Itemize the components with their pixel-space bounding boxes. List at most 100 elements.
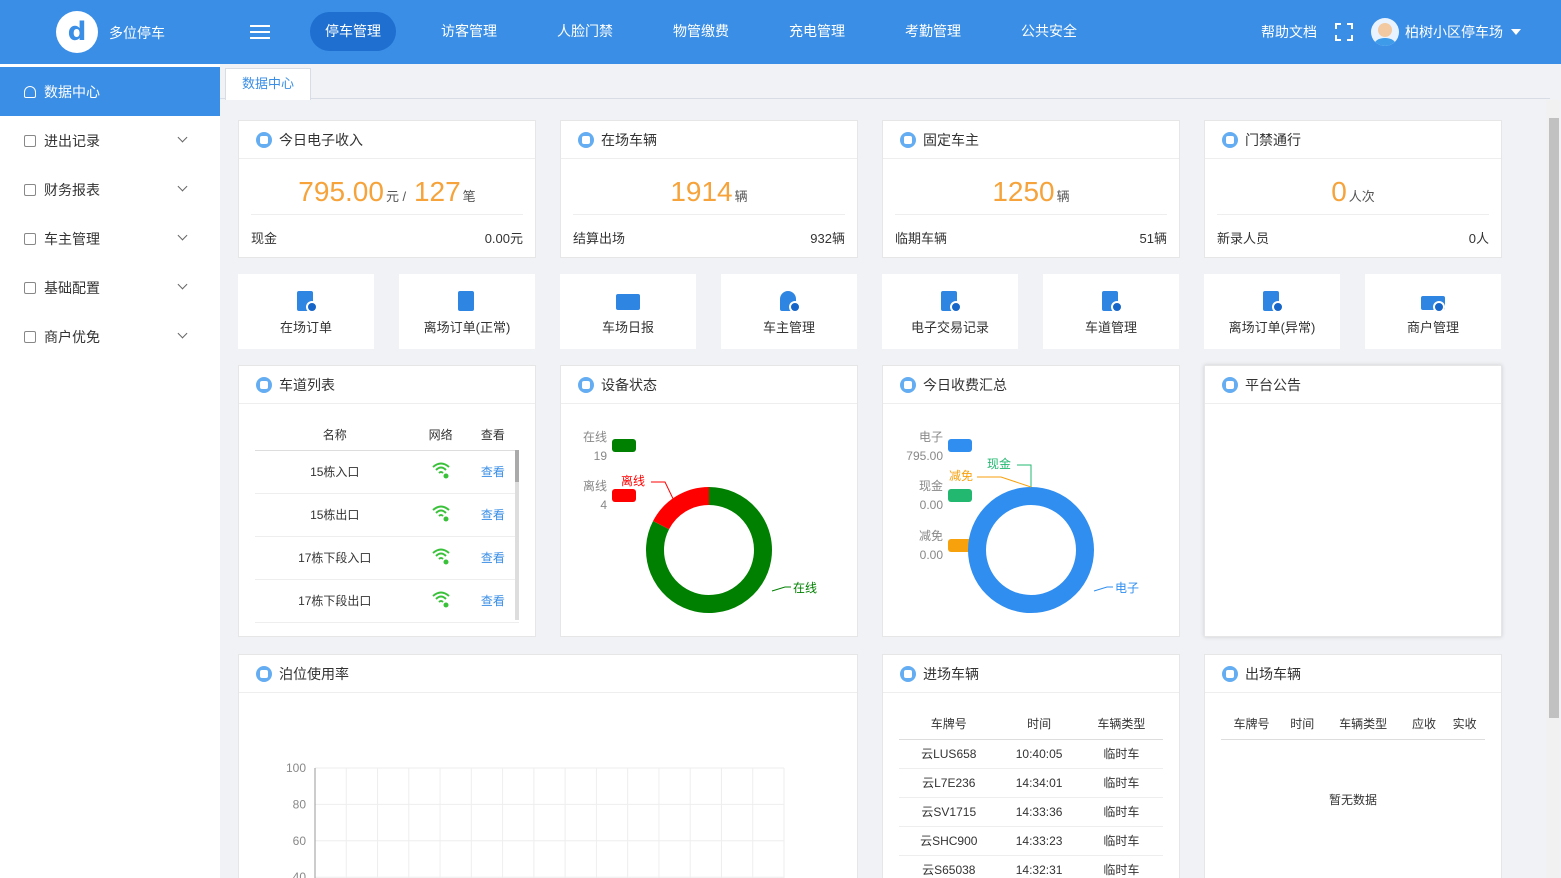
quick-label: 离场订单(正常) [423,320,511,335]
vehicles-value: 1914 辆 [670,176,748,207]
nav-item-attendance[interactable]: 考勤管理 [875,12,991,51]
nav-item-public-safety[interactable]: 公共安全 [991,12,1107,51]
nav-item-charging[interactable]: 充电管理 [759,12,875,51]
user-name[interactable]: 柏树小区停车场 [1405,22,1503,42]
nav-item-parking[interactable]: 停车管理 [310,12,396,51]
device-donut-chart: 在线 离线 [621,473,817,613]
quick-label: 电子交易记录 [910,320,989,335]
card-icon [24,232,36,245]
help-docs-link[interactable]: 帮助文档 [1261,22,1317,42]
occupancy-chart: 100 80 60 40 [286,761,785,878]
sidebar: 数据中心 进出记录 财务报表 车主管理 基础配置 商户优免 [0,64,220,878]
enter-icon [900,665,916,682]
alert-doc-icon [1259,290,1285,314]
nav-item-visitor[interactable]: 访客管理 [411,12,527,51]
stat-sub-label: 临期车辆 [895,231,948,246]
device-status-card: 设备状态 在线 19 离线 4 在线 离线 [560,365,858,637]
quick-onsite-orders[interactable]: 在场订单 [238,274,374,349]
stat-sub-value: 0人 [1468,231,1489,246]
quick-owner-management[interactable]: 车主管理 [721,274,857,349]
lane-gear-icon [1098,290,1124,314]
card-title: 今日电子收入 [279,131,363,148]
label-leader-line [1017,464,1032,487]
sidebar-item-config[interactable]: 基础配置 [0,263,220,312]
column-header: 车牌号 [1221,709,1282,740]
view-link[interactable]: 查看 [481,594,505,608]
column-header: 车牌号 [899,709,999,740]
nav-item-property-fee[interactable]: 物管缴费 [643,12,759,51]
chevron-down-icon[interactable] [1511,29,1521,35]
quick-exit-orders-normal[interactable]: 离场订单(正常) [399,274,535,349]
sidebar-item-owners[interactable]: 车主管理 [0,214,220,263]
column-header: 应收 [1403,709,1445,740]
access-value: 0 人次 [1331,176,1375,207]
page-scrollbar[interactable] [1546,100,1560,878]
column-header: 车辆类型 [1079,709,1163,740]
tab-bar: 数据中心 [220,64,1550,100]
users-icon [900,131,916,148]
card-title: 出场车辆 [1245,665,1301,682]
gate-icon [1222,131,1238,148]
column-header: 名称 [255,420,415,451]
table-row: 15栋出口 查看 [255,493,519,537]
card-title: 设备状态 [601,376,657,393]
column-header: 时间 [998,709,1080,740]
sidebar-item-finance[interactable]: 财务报表 [0,165,220,214]
y-tick-label: 80 [293,797,307,811]
sidebar-item-label: 商户优免 [44,328,100,345]
donut-slice[interactable] [968,487,1094,613]
owners-value: 1250 辆 [992,176,1070,207]
quick-transactions[interactable]: 电子交易记录 [882,274,1018,349]
wifi-icon [431,591,450,608]
sidebar-item-records[interactable]: 进出记录 [0,116,220,165]
view-link[interactable]: 查看 [481,551,505,565]
list-icon [256,376,272,393]
vehicles-card: 在场车辆 1914 辆 结算出场 932辆 [560,120,858,258]
quick-label: 车主管理 [762,320,815,335]
entries-table: 车牌号 时间 车辆类型 云LUS658 10:40:05 临时车 云L7E236 14… [899,709,1163,878]
income-value: 795.00 元 / 127 笔 [298,176,476,207]
table-row: 17栋下段出口 查看 [255,579,519,623]
app-logo[interactable]: d [56,11,98,53]
quick-merchant-management[interactable]: 商户管理 [1365,274,1501,349]
sidebar-item-merchant[interactable]: 商户优免 [0,312,220,361]
top-bar: d 多位停车 停车管理 访客管理 人脸门禁 物管缴费 充电管理 考勤管理 公共安… [0,0,1561,64]
slice-label: 电子 [1115,581,1139,595]
table-scrollbar[interactable] [515,450,519,620]
car-icon [578,131,594,148]
receipt-icon [937,290,963,314]
table-row: 17栋下段入口 查看 [255,536,519,580]
user-gear-icon [776,290,802,314]
tab-data-center[interactable]: 数据中心 [225,68,312,100]
exits-table: 车牌号 时间 车辆类型 应收 实收 [1221,709,1485,740]
dashboard-icon [24,85,36,98]
money-icon [256,131,272,148]
fee-summary-card: 今日收费汇总 电子 795.00 现金 0.00 减免 0.00 电子 现金 减免 [882,365,1180,637]
stat-sub-value: 932辆 [810,231,845,246]
access-card: 门禁通行 0 人次 新录人员 0人 [1204,120,1502,258]
wifi-icon [431,548,450,565]
slice-label: 离线 [621,473,645,488]
sidebar-item-label: 车主管理 [44,230,100,247]
store-icon [1420,290,1446,314]
brand-name: 多位停车 [109,25,165,41]
quick-exit-orders-abnormal[interactable]: 离场订单(异常) [1204,274,1340,349]
sidebar-item-label: 财务报表 [44,181,100,198]
stat-sub-label: 新录人员 [1217,231,1270,246]
chevron-down-icon [177,328,188,339]
user-avatar[interactable] [1371,18,1399,46]
quick-lane-management[interactable]: 车道管理 [1043,274,1179,349]
nav-item-face-access[interactable]: 人脸门禁 [527,12,643,51]
grid-icon [24,281,36,294]
checklist-icon [454,290,480,314]
menu-toggle-icon[interactable] [250,25,270,39]
column-header: 查看 [466,420,519,451]
view-link[interactable]: 查看 [481,465,505,479]
fullscreen-icon[interactable] [1335,23,1353,41]
quick-daily-report[interactable]: 车场日报 [560,274,696,349]
sidebar-item-data-center[interactable]: 数据中心 [0,67,220,116]
donut-slice[interactable] [653,487,710,530]
card-title: 泊位使用率 [279,665,349,682]
view-link[interactable]: 查看 [481,508,505,522]
quick-label: 离场订单(异常) [1228,320,1316,335]
